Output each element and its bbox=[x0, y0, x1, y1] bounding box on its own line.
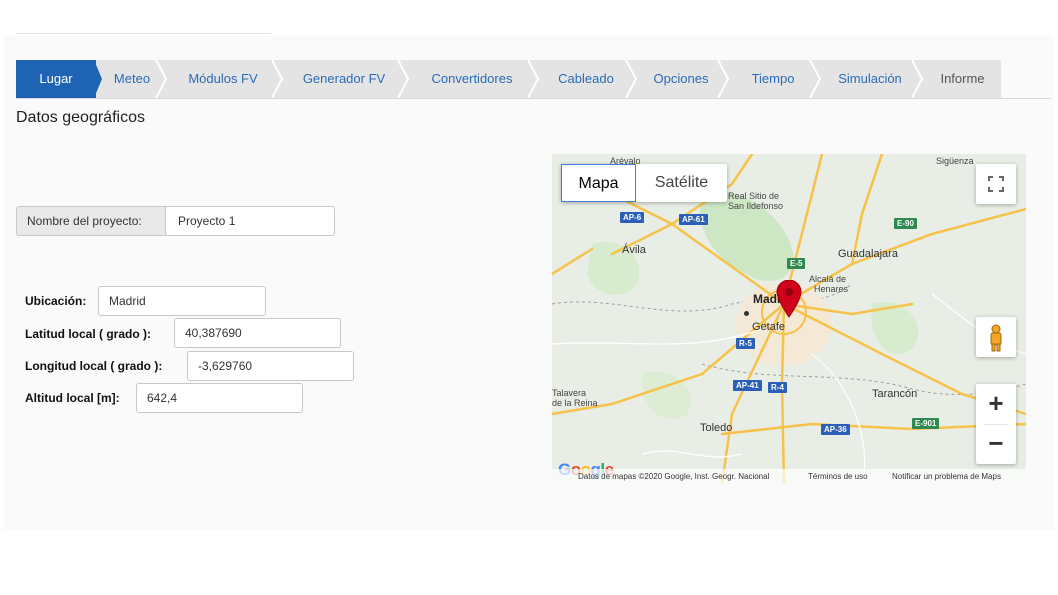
tab-label: Lugar bbox=[39, 71, 73, 86]
place-label: Real Sitio de bbox=[728, 191, 780, 201]
location-input[interactable]: Madrid bbox=[98, 286, 266, 316]
zoom-out-button[interactable]: − bbox=[976, 424, 1016, 464]
tab-separator-icon bbox=[717, 60, 730, 98]
longitude-label: Longitud local ( grado ): bbox=[25, 359, 163, 373]
tab-label: Generador FV bbox=[302, 71, 386, 86]
road-badge: R-4 bbox=[768, 382, 787, 393]
tab-separator-icon bbox=[155, 60, 168, 98]
tab-arrow-icon bbox=[88, 60, 102, 98]
tab-label: Tiempo bbox=[751, 71, 795, 86]
fullscreen-icon bbox=[988, 176, 1004, 192]
road-badge: AP-41 bbox=[733, 380, 762, 391]
tab-separator-icon bbox=[809, 60, 822, 98]
tab-cableado[interactable]: Cableado bbox=[540, 60, 638, 98]
place-label: Guadalajara bbox=[838, 248, 898, 260]
road-badge: AP-36 bbox=[821, 424, 850, 435]
project-name-label: Nombre del proyecto: bbox=[16, 206, 166, 236]
place-label: Alcalá de bbox=[809, 274, 847, 284]
tab-label: Simulación bbox=[838, 71, 902, 86]
pegman-icon bbox=[990, 324, 1002, 352]
place-label: Getafe bbox=[752, 321, 786, 333]
place-label: Sigüenza bbox=[936, 156, 974, 166]
tab-modulos-fv[interactable]: Módulos FV bbox=[168, 60, 284, 98]
place-label: Talavera bbox=[552, 388, 587, 398]
tab-separator-icon bbox=[625, 60, 638, 98]
tab-separator-icon bbox=[397, 60, 410, 98]
place-label: Toledo bbox=[700, 422, 733, 434]
tab-opciones[interactable]: Opciones bbox=[638, 60, 730, 98]
map-type-map-button[interactable]: Mapa bbox=[561, 164, 636, 202]
top-divider bbox=[16, 33, 271, 34]
tab-lugar[interactable]: Lugar bbox=[16, 60, 102, 98]
google-map[interactable]: Arévalo Sigüenza Real Sitio de San Ildef… bbox=[552, 154, 1026, 484]
tab-separator-icon bbox=[911, 60, 924, 98]
place-label: Ávila bbox=[622, 244, 646, 256]
tab-convertidores[interactable]: Convertidores bbox=[410, 60, 540, 98]
road-badge: E-901 bbox=[912, 418, 940, 429]
altitude-input[interactable]: 642,4 bbox=[136, 383, 303, 413]
tab-separator-icon bbox=[527, 60, 540, 98]
tab-informe[interactable]: Informe bbox=[924, 60, 1001, 98]
tab-label: Módulos FV bbox=[188, 71, 258, 86]
map-attribution-bar: Datos de mapas ©2020 Google, Inst. Geogr… bbox=[552, 469, 1026, 484]
tab-label: Cableado bbox=[558, 71, 614, 86]
street-view-button[interactable] bbox=[976, 317, 1016, 357]
map-type-satellite-button[interactable]: Satélite bbox=[636, 164, 727, 202]
fullscreen-button[interactable] bbox=[976, 164, 1016, 204]
tab-separator-icon bbox=[271, 60, 284, 98]
city-dot-icon bbox=[744, 311, 749, 316]
latitude-input[interactable]: 40,387690 bbox=[174, 318, 341, 348]
tab-label: Meteo bbox=[113, 71, 151, 86]
altitude-label: Altitud local [m]: bbox=[25, 391, 120, 405]
place-label: Henares bbox=[814, 284, 849, 294]
place-label: San Ildefonso bbox=[728, 201, 784, 211]
tab-label: Opciones bbox=[653, 71, 709, 86]
tab-tiempo[interactable]: Tiempo bbox=[730, 60, 822, 98]
map-data-attribution: Datos de mapas ©2020 Google, Inst. Geogr… bbox=[578, 472, 770, 481]
zoom-in-button[interactable]: + bbox=[976, 384, 1016, 424]
latitude-label: Latitud local ( grado ): bbox=[25, 327, 151, 341]
section-title: Datos geográficos bbox=[16, 109, 145, 126]
report-problem-link[interactable]: Notificar un problema de Maps bbox=[892, 469, 1001, 484]
terms-link[interactable]: Términos de uso bbox=[808, 469, 868, 484]
map-pin-icon[interactable] bbox=[776, 280, 802, 318]
map-tiles bbox=[552, 154, 1026, 484]
road-badge: AP-61 bbox=[679, 214, 708, 225]
map-type-control: Mapa Satélite bbox=[561, 164, 727, 202]
tab-meteo[interactable]: Meteo bbox=[102, 60, 168, 98]
tab-label: Informe bbox=[940, 71, 985, 86]
tab-bar-underline bbox=[16, 98, 1051, 99]
place-label: de la Reina bbox=[552, 398, 598, 408]
project-name-input[interactable]: Proyecto 1 bbox=[166, 206, 335, 236]
wizard-tab-bar: Lugar Meteo Módulos FV Generador FV Conv… bbox=[16, 60, 1001, 98]
road-badge: E-5 bbox=[787, 258, 806, 269]
tab-label: Convertidores bbox=[431, 71, 513, 86]
location-label: Ubicación: bbox=[25, 294, 87, 308]
road-badge: R-5 bbox=[736, 338, 755, 349]
tab-generador-fv[interactable]: Generador FV bbox=[284, 60, 410, 98]
tab-simulacion[interactable]: Simulación bbox=[822, 60, 924, 98]
road-badge: E-90 bbox=[894, 218, 917, 229]
zoom-control: + − bbox=[976, 384, 1016, 464]
place-label: Tarancón bbox=[872, 388, 918, 400]
longitude-input[interactable]: -3,629760 bbox=[187, 351, 354, 381]
road-badge: AP-6 bbox=[620, 212, 645, 223]
